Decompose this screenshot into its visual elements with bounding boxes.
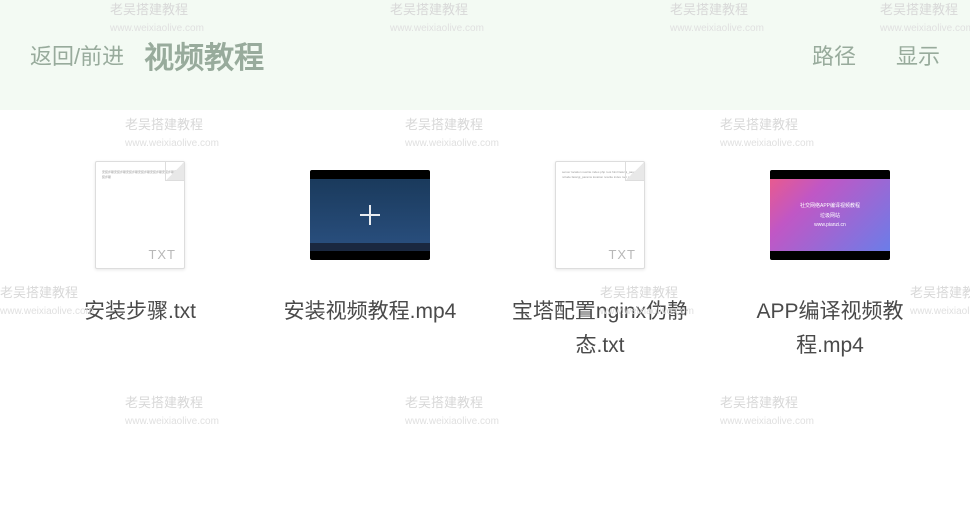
header-right: 路径 显示 [812,39,940,71]
file-item[interactable]: 安装视频教程.mp4 [260,160,480,362]
file-name: APP编译视频教程.mp4 [725,295,935,362]
header-bar: 返回/前进 视频教程 路径 显示 [0,0,970,110]
file-thumbnail: 安装步骤安装步骤安装步骤安装步骤安装步骤安装步骤安装步骤 TXT [80,160,200,270]
file-thumbnail: server location rewrite index.php root h… [540,160,660,270]
file-name: 宝塔配置nginx伪静态.txt [495,295,705,362]
video-file-icon [310,170,430,260]
file-ext-label: TXT [148,247,176,262]
desktop-preview [310,179,430,251]
file-thumbnail: 社交网络APP编译视频教程 垃圾网站 www.pianzi.cn [770,160,890,270]
watermark: 老吴搭建教程www.weixiaolive.com [125,395,219,429]
file-name: 安装步骤.txt [84,295,196,329]
file-grid: 安装步骤安装步骤安装步骤安装步骤安装步骤安装步骤安装步骤 TXT 安装步骤.tx… [0,110,970,362]
app-preview: 社交网络APP编译视频教程 垃圾网站 www.pianzi.cn [770,179,890,251]
file-thumbnail [310,160,430,270]
file-item[interactable]: 安装步骤安装步骤安装步骤安装步骤安装步骤安装步骤安装步骤 TXT 安装步骤.tx… [30,160,250,362]
watermark: 老吴搭建教程www.weixiaolive.com [405,395,499,429]
file-item[interactable]: 社交网络APP编译视频教程 垃圾网站 www.pianzi.cn APP编译视频… [720,160,940,362]
txt-file-icon: 安装步骤安装步骤安装步骤安装步骤安装步骤安装步骤安装步骤 TXT [95,161,185,269]
txt-file-icon: server location rewrite index.php root h… [555,161,645,269]
header-left: 返回/前进 视频教程 [30,33,264,77]
file-name: 安装视频教程.mp4 [284,295,457,329]
file-item[interactable]: server location rewrite index.php root h… [490,160,710,362]
watermark: 老吴搭建教程www.weixiaolive.com [720,395,814,429]
page-title: 视频教程 [144,33,264,77]
nav-back-forward[interactable]: 返回/前进 [30,39,124,71]
video-file-icon: 社交网络APP编译视频教程 垃圾网站 www.pianzi.cn [770,170,890,260]
file-ext-label: TXT [608,247,636,262]
action-path[interactable]: 路径 [812,39,856,71]
action-display[interactable]: 显示 [896,39,940,71]
